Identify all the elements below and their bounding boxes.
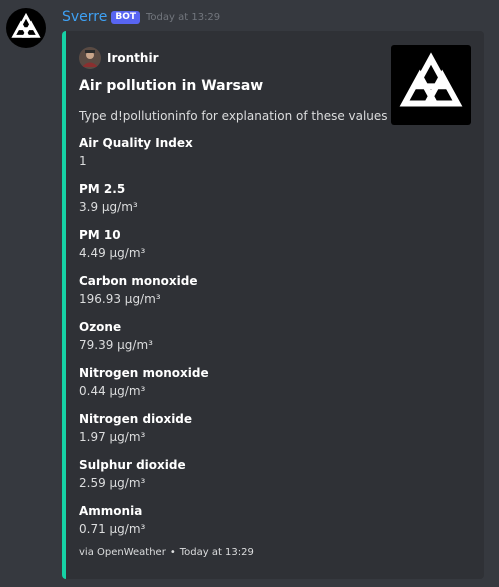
bot-tag: BOT: [111, 10, 141, 24]
message-header: Sverre BOT Today at 13:29: [62, 7, 220, 27]
field-nitrogen-dioxide: Nitrogen dioxide 1.97 µg/m³: [79, 410, 379, 456]
field-pm25: PM 2.5 3.9 µg/m³: [79, 180, 379, 226]
embed-author: Ironthir: [79, 47, 158, 69]
field-value: 0.71 µg/m³: [79, 522, 146, 536]
field-value: 0.44 µg/m³: [79, 384, 146, 398]
embed: Ironthir Air pollution in Warsaw Type d!…: [62, 31, 484, 579]
field-air-quality-index: Air Quality Index 1: [79, 134, 379, 180]
embed-fields: Air Quality Index 1 PM 2.5 3.9 µg/m³ PM …: [79, 134, 379, 548]
field-value: 196.93 µg/m³: [79, 292, 161, 306]
chat-message: Sverre BOT Today at 13:29 Ironthir Air p…: [0, 0, 499, 587]
field-sulphur-dioxide: Sulphur dioxide 2.59 µg/m³: [79, 456, 379, 502]
field-value: 79.39 µg/m³: [79, 338, 153, 352]
field-ozone: Ozone 79.39 µg/m³: [79, 318, 379, 364]
footer-source: via OpenWeather: [79, 547, 166, 558]
field-value: 1: [79, 154, 87, 168]
field-pm10: PM 10 4.49 µg/m³: [79, 226, 379, 272]
field-name: Nitrogen monoxide: [79, 366, 209, 380]
embed-title: Air pollution in Warsaw: [79, 78, 264, 94]
field-value: 1.97 µg/m³: [79, 430, 146, 444]
footer-separator: •: [169, 547, 176, 558]
field-name: Air Quality Index: [79, 136, 193, 150]
valknut-logo-icon: [399, 52, 463, 107]
field-name: Ammonia: [79, 504, 143, 518]
field-carbon-monoxide: Carbon monoxide 196.93 µg/m³: [79, 272, 379, 318]
field-name: PM 10: [79, 228, 121, 242]
author-name[interactable]: Ironthir: [107, 51, 158, 65]
valknut-logo-icon: [11, 12, 41, 38]
embed-footer: via OpenWeather • Today at 13:29: [79, 547, 254, 558]
field-ammonia: Ammonia 0.71 µg/m³: [79, 502, 379, 548]
embed-thumbnail[interactable]: [391, 45, 471, 125]
field-name: Carbon monoxide: [79, 274, 198, 288]
field-value: 3.9 µg/m³: [79, 200, 138, 214]
field-name: Nitrogen dioxide: [79, 412, 193, 426]
field-nitrogen-monoxide: Nitrogen monoxide 0.44 µg/m³: [79, 364, 379, 410]
username[interactable]: Sverre: [62, 9, 107, 25]
embed-description: Type d!pollutioninfo for explanation of …: [79, 109, 388, 123]
field-name: Ozone: [79, 320, 122, 334]
field-name: Sulphur dioxide: [79, 458, 186, 472]
field-name: PM 2.5: [79, 182, 126, 196]
field-value: 4.49 µg/m³: [79, 246, 146, 260]
bot-avatar[interactable]: [6, 8, 46, 48]
field-value: 2.59 µg/m³: [79, 476, 146, 490]
user-avatar-icon: [79, 47, 101, 69]
footer-timestamp: Today at 13:29: [179, 547, 254, 558]
author-avatar: [79, 47, 101, 69]
message-timestamp: Today at 13:29: [146, 11, 221, 23]
